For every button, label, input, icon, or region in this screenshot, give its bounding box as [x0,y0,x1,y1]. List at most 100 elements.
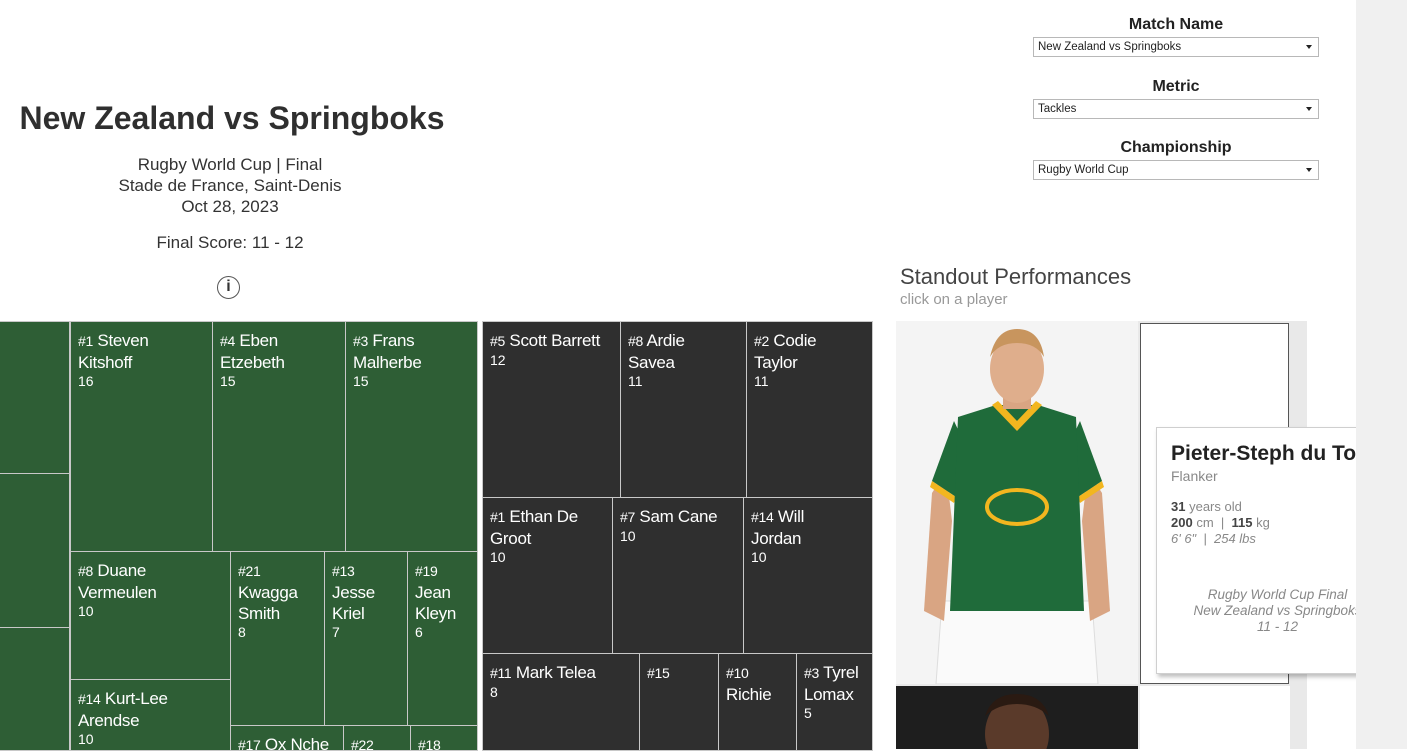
treemap-tile-smith[interactable]: #21 Kwagga Smith 8 [230,551,325,726]
jersey-number: #15 [647,665,670,681]
treemap-tile-jordan[interactable]: #14 Will Jordan 10 [743,497,873,654]
player-name: Kwagga [238,583,298,602]
treemap-tile-arendse[interactable]: #14 Kurt-Lee Arendse 10 [70,679,231,751]
player-name: Jean [415,583,451,602]
treemap-tile-barrett[interactable]: #5 Scott Barrett 12 [482,321,621,498]
tooltip-footer-competition: Rugby World Cup Final [1207,587,1348,602]
jersey-number: #14 [78,691,101,707]
treemap-tile-kriel[interactable]: #13 Jesse Kriel 7 [324,551,408,726]
championship-filter: Championship Rugby World Cup [1033,139,1319,180]
treemap-tile[interactable] [0,321,70,474]
treemap-tile-kitshoff[interactable]: #1 Steven Kitshoff 16 [70,321,213,552]
jersey-number: #21 [238,563,261,579]
treemap-tile[interactable]: #15 [639,653,719,751]
tackle-count: 6 [415,624,423,640]
jersey-number: #11 [490,665,512,681]
treemap-tile-taylor[interactable]: #2 Codie Taylor 11 [746,321,873,498]
player-name: Jesse [332,583,375,602]
jersey-number: #13 [332,563,355,579]
metric-select[interactable]: Tackles [1033,99,1319,119]
player-name: Smith [238,604,280,623]
tackle-count: 10 [620,528,636,544]
treemap-tile-telea[interactable]: #11 Mark Telea 8 [482,653,640,751]
player-name: Sam Cane [639,507,718,526]
tooltip-height-weight: 200 cm | 115 kg [1171,515,1384,531]
treemap-tile-malherbe[interactable]: #3 Frans Malherbe 15 [345,321,478,552]
scrollbar-gutter[interactable] [1356,0,1407,749]
player-name: Richie [726,685,772,704]
treemap-tile-nche[interactable]: #17 Ox Nche [230,725,344,751]
jersey-number: #10 [726,665,749,681]
treemap-tile[interactable] [0,627,70,751]
chevron-down-icon [1306,45,1312,49]
venue: Stade de France, Saint-Denis [118,176,342,195]
player-name: Arendse [78,711,140,730]
info-icon[interactable]: i [217,276,240,299]
weight-unit: kg [1256,515,1270,530]
treemap-tile-cane[interactable]: #7 Sam Cane 10 [612,497,744,654]
match-title: New Zealand vs Springboks [19,100,445,136]
player-portrait-icon [896,686,1138,749]
treemap-tile[interactable]: #22 [343,725,411,751]
player-name: Eben [239,331,278,350]
tackle-count: 11 [628,373,643,389]
championship-label: Championship [1120,139,1232,156]
treemap-tile-lomax[interactable]: #3 Tyrel Lomax 5 [796,653,873,751]
player-photo-secondary[interactable] [896,686,1138,749]
championship-select[interactable]: Rugby World Cup [1033,160,1319,180]
tooltip-imperial: 6' 6" | 254 lbs [1171,531,1256,546]
jersey-number: #4 [220,333,235,349]
match-name-select[interactable]: New Zealand vs Springboks [1033,37,1319,57]
tackle-count: 16 [78,373,94,389]
championship-value: Rugby World Cup [1038,164,1129,176]
chevron-down-icon [1306,107,1312,111]
jersey-number: #14 [751,509,774,525]
match-name-value: New Zealand vs Springboks [1038,41,1182,53]
match-name-filter: Match Name New Zealand vs Springboks [1033,16,1319,57]
player-name: Codie [773,331,817,350]
player-name: Tyrel [823,663,859,682]
chevron-down-icon [1306,168,1312,172]
tackle-count: 7 [332,624,340,640]
player-photo-du-toit[interactable] [896,321,1138,684]
jersey-number: #2 [754,333,769,349]
treemap-tile-savea[interactable]: #8 Ardie Savea 11 [620,321,747,498]
treemap-tile-etzebeth[interactable]: #4 Eben Etzebeth 15 [212,321,346,552]
tackle-count: 15 [353,373,369,389]
player-name: Taylor [754,353,798,372]
jersey-number: #1 [490,509,505,525]
jersey-number: #8 [628,333,643,349]
separator: | [1220,515,1225,530]
metric-value: Tackles [1038,103,1077,115]
treemap-tile[interactable] [0,473,70,628]
metric-filter: Metric Tackles [1033,78,1319,119]
treemap-tile-richie[interactable]: #10 Richie [718,653,797,751]
final-score: Final Score: 11 - 12 [156,233,304,252]
jersey-number: #3 [353,333,368,349]
tackle-count: 15 [220,373,236,389]
tooltip-player-name: Pieter-Steph du Toit [1171,442,1369,465]
treemap-tile[interactable]: #18 [410,725,478,751]
tooltip-footer-match: New Zealand vs Springboks [1193,603,1362,618]
tackle-count: 8 [490,684,498,700]
tackle-count: 10 [78,731,94,747]
jersey-number: #1 [78,333,93,349]
jersey-number: #3 [804,665,819,681]
treemap-tile-de-groot[interactable]: #1 Ethan De Groot 10 [482,497,613,654]
tackle-count: 10 [78,603,94,619]
player-name: Kleyn [415,604,457,623]
tackle-count: 10 [751,549,767,565]
jersey-number: #7 [620,509,635,525]
age-unit: years old [1189,499,1242,514]
tackle-count: 12 [490,352,506,368]
player-name: Etzebeth [220,353,285,372]
player-name: Will [777,507,805,526]
treemap-tile-vermeulen[interactable]: #8 Duane Vermeulen 10 [70,551,231,680]
player-name: Lomax [804,685,854,704]
tackle-count: 11 [754,373,769,389]
player-name: Kurt-Lee [104,689,168,708]
player-name: Jordan [751,529,802,548]
treemap-tile-kleyn[interactable]: #19 Jean Kleyn 6 [407,551,478,726]
standout-subtitle: click on a player [900,291,1008,308]
competition-stage: Rugby World Cup | Final [137,155,323,174]
